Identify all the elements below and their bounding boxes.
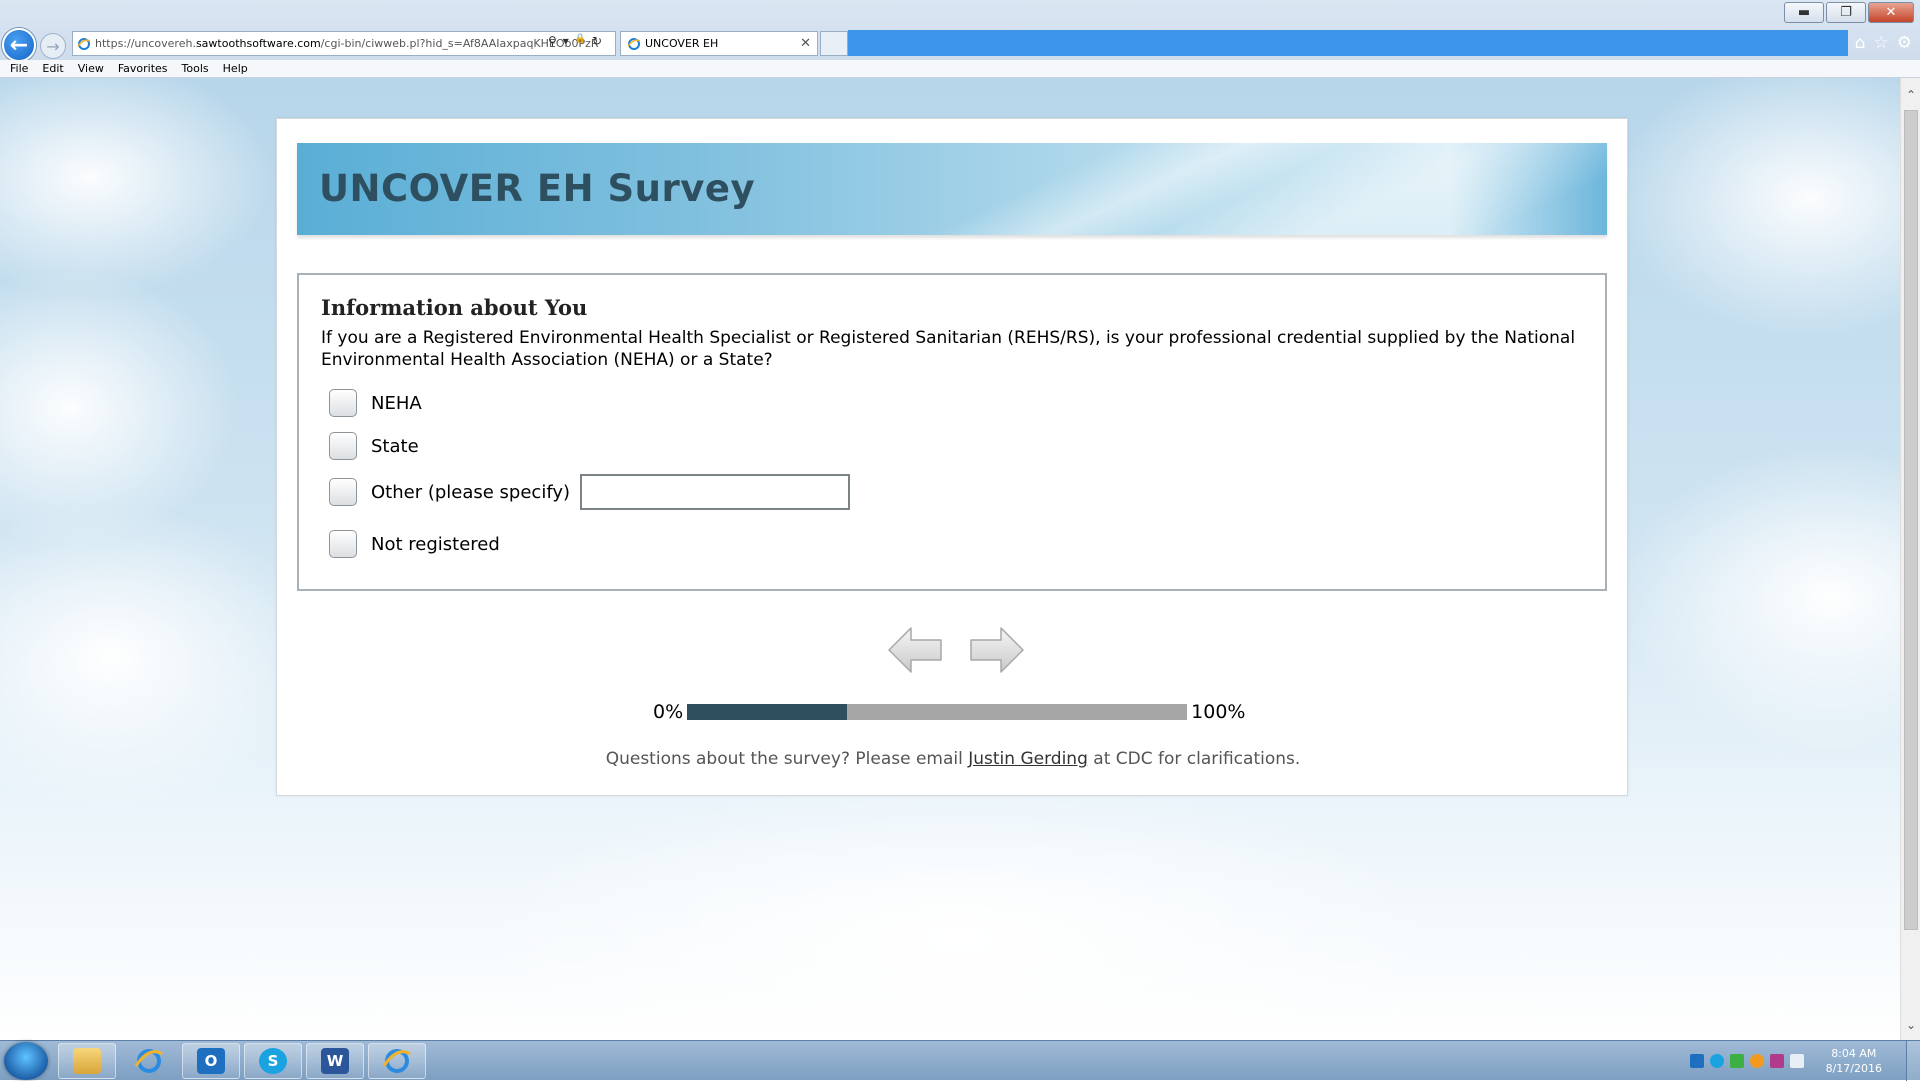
menu-tools[interactable]: Tools: [182, 62, 209, 75]
internet-explorer-icon: [134, 1049, 163, 1073]
previous-arrow-icon[interactable]: [887, 625, 943, 675]
page-background: UNCOVER EH Survey Information about You …: [0, 78, 1900, 1040]
outlook-tray-icon[interactable]: [1689, 1054, 1704, 1068]
progress-indicator: 0% 100%: [653, 701, 1245, 723]
vertical-scrollbar[interactable]: ⌃ ⌄: [1900, 78, 1920, 1040]
forward-arrow-icon: →: [46, 36, 60, 56]
home-icon[interactable]: ⌂: [1855, 33, 1866, 53]
close-tab-icon[interactable]: ✕: [800, 36, 811, 51]
other-specify-input[interactable]: [580, 474, 851, 510]
app-tray-icon[interactable]: [1769, 1054, 1784, 1068]
window-controls: ▬ ❐ ✕: [1784, 2, 1914, 23]
progress-start-label: 0%: [653, 701, 684, 723]
footer-text-after: at CDC for clarifications.: [1087, 749, 1301, 769]
menu-edit[interactable]: Edit: [42, 62, 63, 75]
option-other[interactable]: Other (please specify): [329, 474, 851, 510]
checkbox-not-registered[interactable]: [329, 530, 357, 558]
progress-end-label: 100%: [1191, 701, 1246, 723]
refresh-icon[interactable]: ↻: [592, 34, 602, 48]
scroll-thumb[interactable]: [1904, 110, 1918, 930]
question-heading: Information about You: [321, 295, 588, 320]
back-button[interactable]: ←: [2, 28, 36, 62]
taskbar-skype[interactable]: S: [244, 1043, 302, 1079]
checkbox-other[interactable]: [329, 478, 357, 506]
contact-link[interactable]: Justin Gerding: [968, 749, 1088, 769]
minimize-button[interactable]: ▬: [1784, 2, 1824, 23]
taskbar-word[interactable]: W: [306, 1043, 364, 1079]
forward-button[interactable]: →: [40, 33, 66, 59]
volume-icon[interactable]: [1789, 1054, 1804, 1068]
new-tab-button[interactable]: [820, 31, 848, 56]
menu-favorites[interactable]: Favorites: [118, 62, 168, 75]
settings-gear-icon[interactable]: ⚙: [1897, 33, 1912, 53]
footer-note: Questions about the survey? Please email…: [277, 749, 1629, 769]
checkbox-neha[interactable]: [329, 389, 357, 417]
favorites-star-icon[interactable]: ☆: [1874, 33, 1889, 53]
url-domain: sawtoothsoftware.com: [195, 37, 321, 50]
checkbox-state[interactable]: [329, 432, 357, 460]
taskbar: O S W 8:04 AM 8/17/2016: [0, 1040, 1920, 1081]
taskbar-outlook[interactable]: O: [182, 1043, 240, 1079]
ie-tab-icon: [627, 37, 641, 50]
close-window-button[interactable]: ✕: [1868, 2, 1914, 23]
restore-button[interactable]: ❐: [1826, 2, 1866, 23]
browser-toolbar-icons: ⌂ ☆ ⚙: [1855, 33, 1912, 53]
option-not-registered[interactable]: Not registered: [329, 530, 500, 558]
question-box: Information about You If you are a Regis…: [297, 273, 1607, 591]
internet-explorer-icon: [382, 1049, 411, 1073]
scroll-down-icon[interactable]: ⌄: [1904, 1018, 1918, 1034]
scroll-up-icon[interactable]: ⌃: [1904, 88, 1918, 104]
skype-tray-icon[interactable]: [1709, 1054, 1724, 1068]
word-icon: W: [321, 1048, 349, 1074]
footer-text-before: Questions about the survey? Please email: [605, 749, 969, 769]
taskbar-explorer[interactable]: [58, 1043, 116, 1079]
option-neha[interactable]: NEHA: [329, 389, 422, 417]
question-text: If you are a Registered Environmental He…: [321, 328, 1576, 370]
tab-title: UNCOVER EH: [645, 37, 719, 50]
taskbar-ie-pinned[interactable]: [120, 1043, 178, 1079]
survey-card: UNCOVER EH Survey Information about You …: [276, 118, 1628, 796]
next-arrow-icon[interactable]: [969, 625, 1025, 675]
address-bar-icons: ⚲ ▾ 🔒 ↻: [548, 34, 602, 48]
outlook-icon: O: [197, 1048, 225, 1074]
dropdown-icon[interactable]: ▾: [563, 34, 569, 48]
tab-strip-background: [848, 30, 1848, 56]
menu-view[interactable]: View: [78, 62, 104, 75]
menu-bar: File Edit View Favorites Tools Help: [0, 60, 1920, 78]
option-label: NEHA: [371, 392, 422, 414]
skype-icon: S: [259, 1048, 287, 1074]
progress-fill: [687, 704, 848, 720]
browser-tab[interactable]: UNCOVER EH ✕: [620, 31, 818, 56]
taskbar-ie-active[interactable]: [368, 1043, 426, 1079]
navigation-row: ← → https://uncovereh. sawtoothsoftware.c…: [0, 28, 1920, 62]
update-tray-icon[interactable]: [1749, 1054, 1764, 1068]
show-desktop-button[interactable]: [1906, 1041, 1920, 1081]
security-check-icon[interactable]: [1729, 1054, 1744, 1068]
address-bar[interactable]: https://uncovereh. sawtoothsoftware.com/c…: [72, 31, 616, 56]
menu-help[interactable]: Help: [223, 62, 248, 75]
survey-header-banner: UNCOVER EH Survey: [297, 143, 1607, 235]
clock-time: 8:04 AM: [1831, 1047, 1877, 1060]
system-tray: 8:04 AM 8/17/2016: [1689, 1041, 1882, 1081]
option-state[interactable]: State: [329, 432, 419, 460]
start-button[interactable]: [4, 1042, 48, 1080]
option-label: State: [371, 435, 419, 457]
option-label: Not registered: [371, 533, 500, 555]
lock-icon[interactable]: 🔒: [575, 34, 586, 48]
navigation-arrows: [887, 625, 1025, 675]
clock[interactable]: 8:04 AM 8/17/2016: [1826, 1046, 1882, 1076]
survey-title: UNCOVER EH Survey: [319, 167, 756, 210]
menu-file[interactable]: File: [10, 62, 28, 75]
back-arrow-icon: ←: [9, 32, 29, 58]
clock-date: 8/17/2016: [1825, 1062, 1882, 1075]
url-prefix: https://uncovereh.: [95, 37, 196, 50]
folder-icon: [73, 1048, 101, 1074]
ie-page-icon: [77, 37, 91, 50]
option-label: Other (please specify): [371, 481, 571, 503]
progress-track: [687, 704, 1188, 720]
search-icon[interactable]: ⚲: [548, 34, 557, 48]
